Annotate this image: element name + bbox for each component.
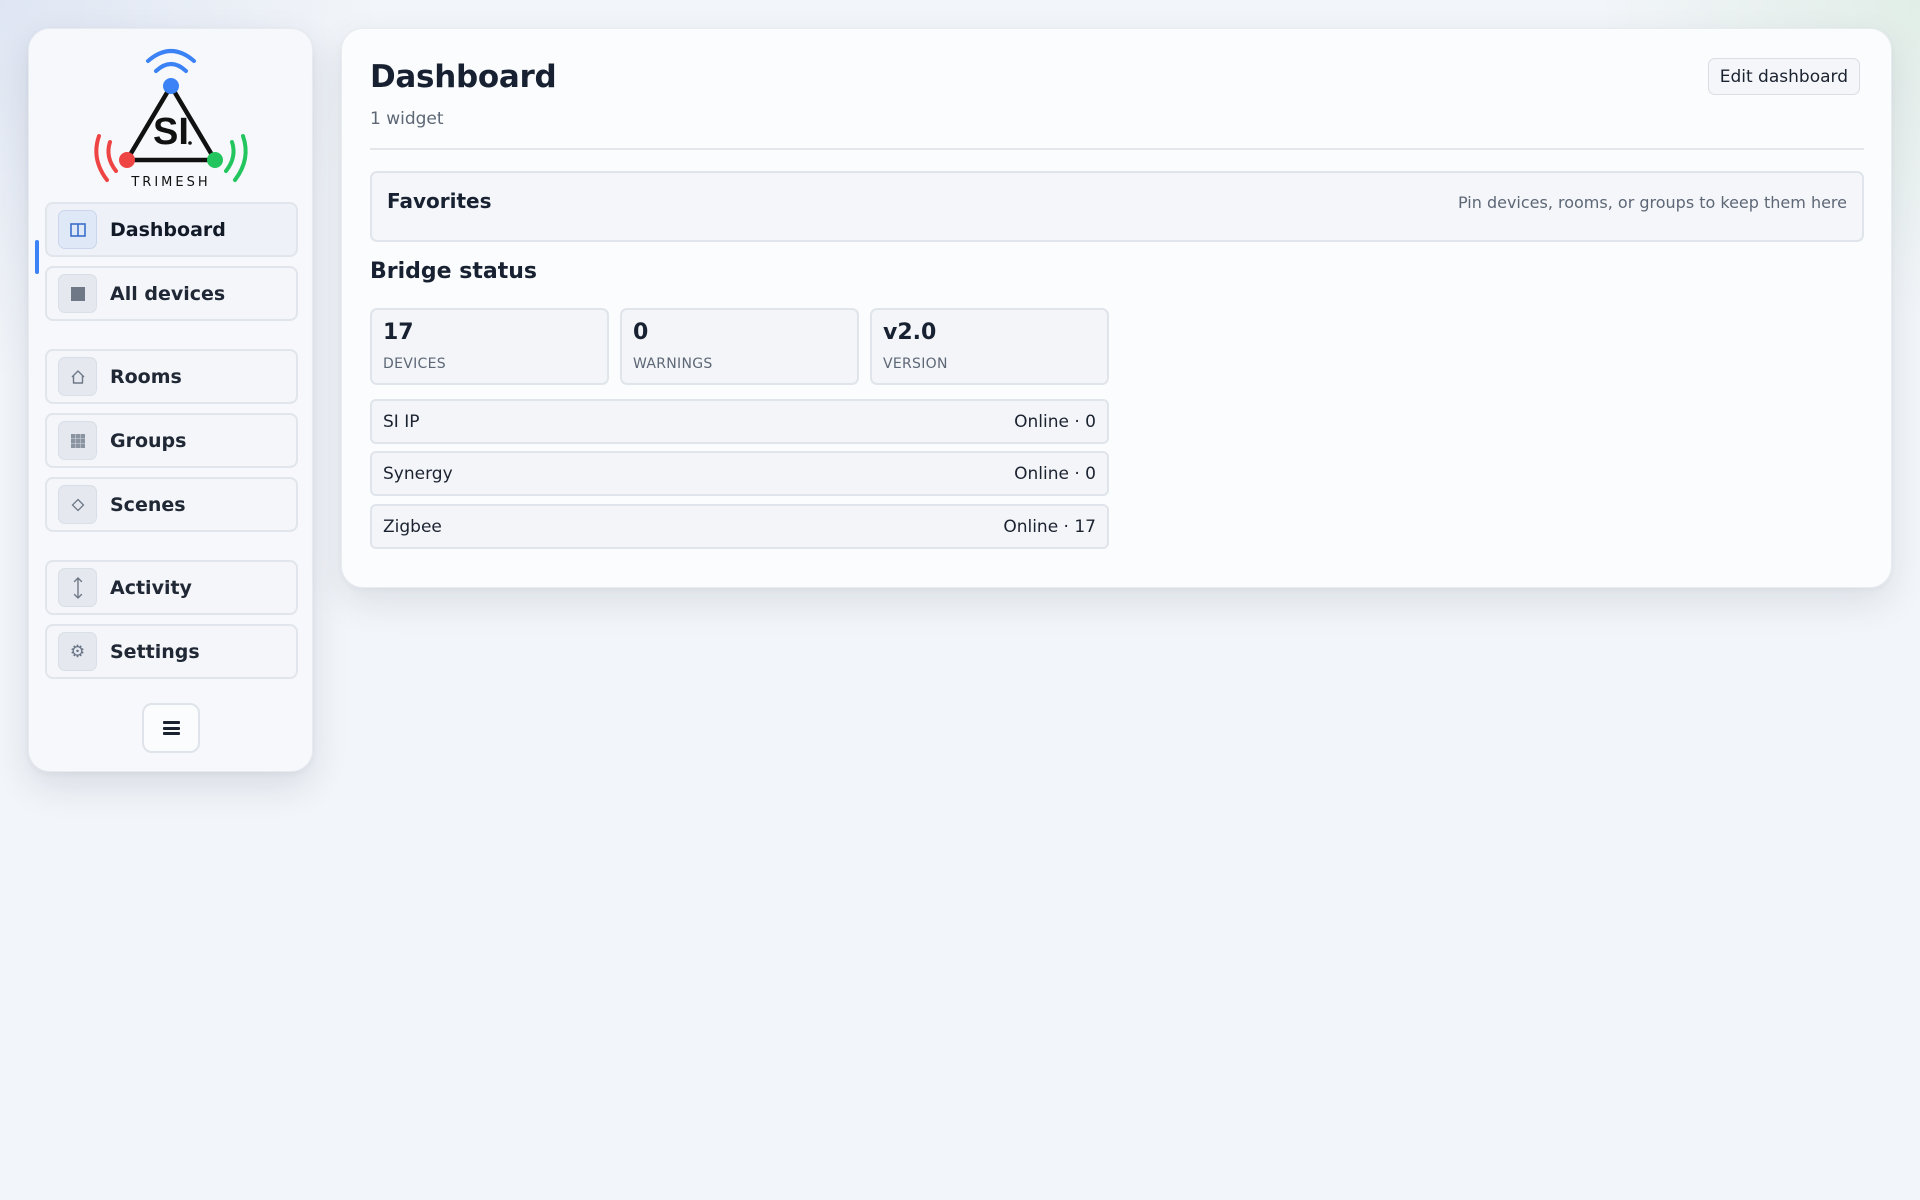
sidebar-item-label: Groups (110, 429, 187, 452)
sidebar-item-dashboard[interactable]: Dashboard (45, 202, 298, 257)
grid-icon (58, 421, 97, 460)
bridge-row-zigbee: Zigbee Online · 17 (370, 504, 1109, 549)
stat-value: 17 (383, 320, 414, 345)
bridge-name: SI IP (383, 411, 420, 432)
sidebar-item-label: Settings (110, 640, 200, 663)
stat-value: 0 (633, 320, 649, 345)
active-nav-indicator (35, 240, 39, 274)
bridge-status: Online · 0 (1014, 411, 1096, 432)
sidebar-item-rooms[interactable]: Rooms (45, 349, 298, 404)
bridge-row-synergy: Synergy Online · 0 (370, 451, 1109, 496)
sidebar-item-settings[interactable]: ⚙ Settings (45, 624, 298, 679)
si-trimesh-logo: SI TRIMESH (94, 49, 248, 190)
sidebar-item-groups[interactable]: Groups (45, 413, 298, 468)
sidebar-item-label: Dashboard (110, 218, 226, 241)
sidebar-item-activity[interactable]: Activity (45, 560, 298, 615)
devices-icon (58, 274, 97, 313)
sidebar: SI TRIMESH Dashboard All devices Rooms G… (28, 28, 313, 772)
bridge-status: Online · 0 (1014, 463, 1096, 484)
favorites-widget: Favorites Pin devices, rooms, or groups … (370, 171, 1864, 242)
bridge-name: Synergy (383, 463, 453, 484)
stat-label: WARNINGS (633, 356, 713, 372)
sidebar-item-label: All devices (110, 282, 226, 305)
stat-card-devices: 17 DEVICES (370, 308, 609, 385)
updown-arrow-icon (58, 568, 97, 607)
widget-count: 1 widget (370, 109, 444, 129)
sidebar-item-label: Scenes (110, 493, 186, 516)
stat-label: VERSION (883, 356, 948, 372)
stat-card-version: v2.0 VERSION (870, 308, 1109, 385)
stat-label: DEVICES (383, 356, 446, 372)
header-divider (370, 148, 1864, 150)
stat-card-warnings: 0 WARNINGS (620, 308, 859, 385)
dashboard-panel: Dashboard 1 widget Edit dashboard Favori… (341, 28, 1892, 588)
favorites-title: Favorites (387, 189, 492, 213)
sidebar-item-scenes[interactable]: Scenes (45, 477, 298, 532)
sidebar-item-label: Activity (110, 576, 192, 599)
bridge-name: Zigbee (383, 516, 442, 537)
bridge-status-title: Bridge status (370, 259, 537, 284)
menu-toggle-button[interactable] (142, 703, 200, 753)
dashboard-icon (58, 210, 97, 249)
sidebar-item-all-devices[interactable]: All devices (45, 266, 298, 321)
home-icon (58, 357, 97, 396)
logo-si-text: SI (153, 111, 189, 153)
gear-icon: ⚙ (58, 632, 97, 671)
edit-dashboard-button[interactable]: Edit dashboard (1707, 58, 1860, 95)
hamburger-icon (162, 721, 180, 735)
bridge-row-si-ip: SI IP Online · 0 (370, 399, 1109, 444)
stat-value: v2.0 (883, 320, 937, 345)
logo-wordmark: TRIMESH (130, 175, 210, 190)
page-title: Dashboard (370, 59, 557, 95)
sidebar-item-label: Rooms (110, 365, 182, 388)
bridge-status: Online · 17 (1003, 516, 1096, 537)
favorites-hint: Pin devices, rooms, or groups to keep th… (1457, 193, 1847, 212)
diamond-icon (58, 485, 97, 524)
